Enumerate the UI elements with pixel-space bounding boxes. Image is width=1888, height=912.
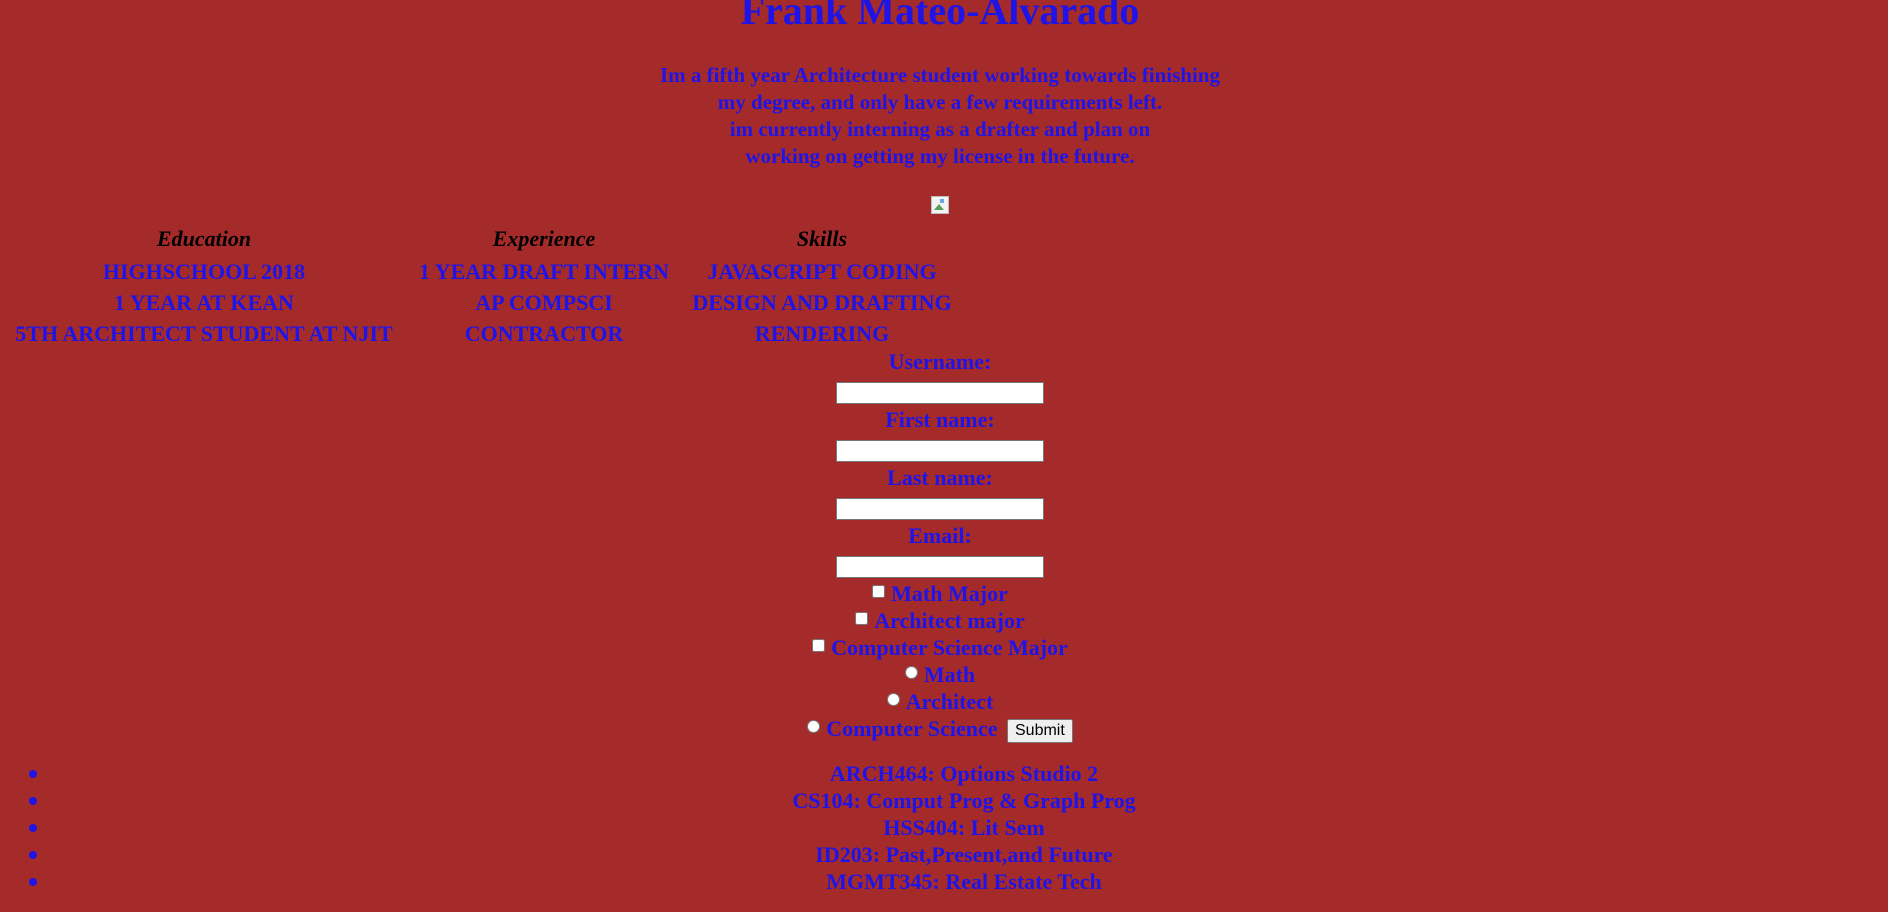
intro-line: im currently interning as a drafter and …: [729, 117, 1151, 141]
course-list: ARCH464: Options Studio 2 CS104: Comput …: [0, 760, 1888, 895]
math-major-checkbox[interactable]: [872, 585, 886, 598]
resume-table: Education Experience Skills HIGHSCHOOL 2…: [0, 220, 964, 349]
intro-line: Im a fifth year Architecture student wor…: [659, 63, 1220, 87]
list-item: ID203: Past,Present,and Future: [0, 841, 1880, 868]
bullet-icon: [29, 878, 37, 886]
math-radio[interactable]: [904, 666, 918, 679]
signup-form: Username: First name: Last name: Email: …: [0, 348, 1880, 743]
table-cell: JAVASCRIPT CODING: [707, 259, 937, 284]
radio-option: Math: [0, 661, 1880, 688]
table-header-row: Education Experience Skills: [0, 220, 964, 256]
header-experience: Experience: [492, 225, 596, 251]
list-item: HSS404: Lit Sem: [0, 814, 1880, 841]
checkbox-option: Architect major: [0, 607, 1880, 634]
page: Frank Mateo-Alvarado Im a fifth year Arc…: [0, 0, 1888, 912]
radio-option: Architect: [0, 688, 1880, 715]
checkbox-option: Computer Science Major: [0, 634, 1880, 661]
radio-label: Math: [923, 662, 976, 687]
bullet-icon: [29, 851, 37, 859]
page-title: Frank Mateo-Alvarado: [740, 0, 1140, 33]
header-education: Education: [156, 225, 252, 251]
table-cell: RENDERING: [754, 321, 890, 346]
firstname-label: First name:: [885, 407, 995, 432]
broken-image-icon: [931, 196, 949, 214]
list-item: ARCH464: Options Studio 2: [0, 760, 1880, 787]
course-label: CS104: Comput Prog & Graph Prog: [792, 788, 1136, 813]
architect-major-checkbox[interactable]: [855, 612, 869, 625]
lastname-input[interactable]: [836, 498, 1044, 520]
course-label: MGMT345: Real Estate Tech: [826, 869, 1102, 894]
header-skills: Skills: [796, 225, 848, 251]
table-cell: AP COMPSCI: [475, 290, 613, 315]
checkbox-label: Computer Science Major: [831, 635, 1068, 660]
table-cell: 5TH ARCHITECT STUDENT AT NJIT: [15, 321, 393, 346]
list-item: CS104: Comput Prog & Graph Prog: [0, 787, 1880, 814]
cs-major-checkbox[interactable]: [812, 639, 826, 652]
email-label: Email:: [908, 523, 972, 548]
table-cell: 1 YEAR DRAFT INTERN: [419, 259, 669, 284]
cs-radio[interactable]: [807, 720, 821, 733]
list-item: MGMT345: Real Estate Tech: [0, 868, 1880, 895]
table-row: 5TH ARCHITECT STUDENT AT NJIT CONTRACTOR…: [0, 318, 964, 349]
architect-radio[interactable]: [886, 693, 900, 706]
bullet-icon: [29, 797, 37, 805]
table-row: HIGHSCHOOL 2018 1 YEAR DRAFT INTERN JAVA…: [0, 256, 964, 287]
username-label: Username:: [888, 349, 992, 374]
course-label: ARCH464: Options Studio 2: [829, 761, 1099, 786]
intro-line: working on getting my license in the fut…: [745, 144, 1135, 168]
radio-option: Computer Science Submit: [0, 715, 1880, 743]
radio-label: Architect: [905, 689, 994, 714]
submit-button[interactable]: Submit: [1007, 719, 1073, 743]
course-label: HSS404: Lit Sem: [883, 815, 1045, 840]
intro-line: my degree, and only have a few requireme…: [717, 90, 1163, 114]
table-cell: 1 YEAR AT KEAN: [114, 290, 294, 315]
table-cell: DESIGN AND DRAFTING: [692, 290, 952, 315]
email-input[interactable]: [836, 556, 1044, 578]
bullet-icon: [29, 824, 37, 832]
radio-label: Computer Science: [826, 716, 998, 741]
table-cell: HIGHSCHOOL 2018: [102, 259, 306, 284]
lastname-label: Last name:: [887, 465, 993, 490]
checkbox-label: Math Major: [891, 581, 1008, 606]
firstname-input[interactable]: [836, 440, 1044, 462]
intro-paragraph: Im a fifth year Architecture student wor…: [0, 62, 1880, 170]
course-label: ID203: Past,Present,and Future: [815, 842, 1113, 867]
table-row: 1 YEAR AT KEAN AP COMPSCI DESIGN AND DRA…: [0, 287, 964, 318]
bullet-icon: [29, 770, 37, 778]
table-cell: CONTRACTOR: [464, 321, 624, 346]
checkbox-option: Math Major: [0, 580, 1880, 607]
username-input[interactable]: [836, 382, 1044, 404]
checkbox-label: Architect major: [874, 608, 1025, 633]
